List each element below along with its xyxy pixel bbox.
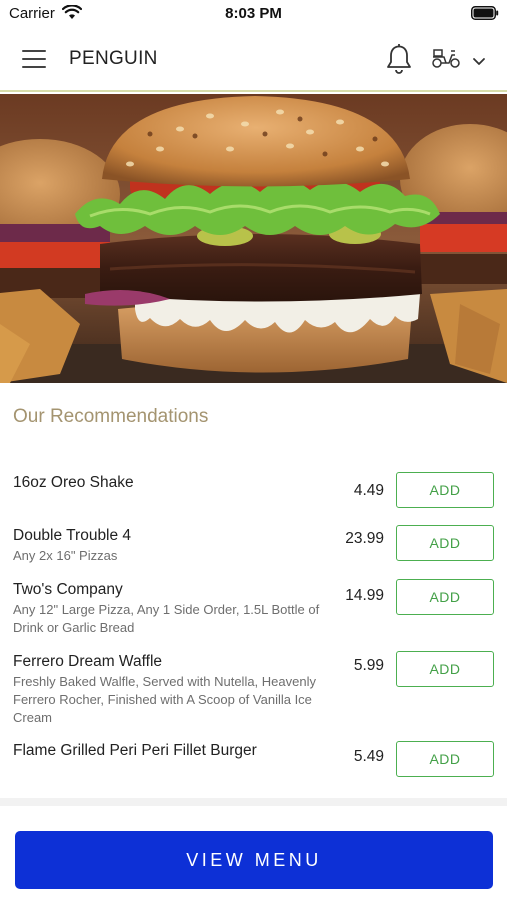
item-price: 4.49 <box>353 482 384 499</box>
add-button[interactable]: ADD <box>396 651 494 687</box>
view-menu-button[interactable]: VIEW MENU <box>15 831 493 889</box>
add-button[interactable]: ADD <box>396 579 494 615</box>
chevron-down-icon[interactable] <box>472 54 486 72</box>
recommendations-title: Our Recommendations <box>13 406 209 427</box>
battery-icon <box>471 6 499 25</box>
hamburger-menu-icon[interactable] <box>22 50 48 70</box>
item-price: 5.49 <box>353 748 384 765</box>
item-price: 5.99 <box>353 657 384 674</box>
add-button[interactable]: ADD <box>396 741 494 777</box>
item-description: Any 12" Large Pizza, Any 1 Side Order, 1… <box>13 602 320 635</box>
item-price: 23.99 <box>345 530 384 547</box>
status-bar: Carrier 8:03 PM <box>0 0 507 28</box>
add-button[interactable]: ADD <box>396 525 494 561</box>
item-description: Freshly Baked Walfle, Served with Nutell… <box>13 674 316 725</box>
hero-burger-image <box>0 94 507 383</box>
scooter-icon[interactable] <box>431 47 461 74</box>
item-name: 16oz Oreo Shake <box>13 474 134 491</box>
item-description: Any 2x 16" Pizzas <box>13 548 118 563</box>
item-name: Ferrero Dream Waffle <box>13 653 163 670</box>
brand-title: PENGUIN <box>69 48 158 69</box>
item-name: Flame Grilled Peri Peri Fillet Burger <box>13 742 257 759</box>
list-divider <box>0 798 507 806</box>
add-button[interactable]: ADD <box>396 472 494 508</box>
app-header: PENGUIN <box>0 28 507 92</box>
bell-icon[interactable] <box>385 43 413 80</box>
item-name: Double Trouble 4 <box>13 527 132 544</box>
item-name: Two's Company <box>13 581 123 598</box>
item-price: 14.99 <box>345 587 384 604</box>
status-time: 8:03 PM <box>225 5 282 22</box>
